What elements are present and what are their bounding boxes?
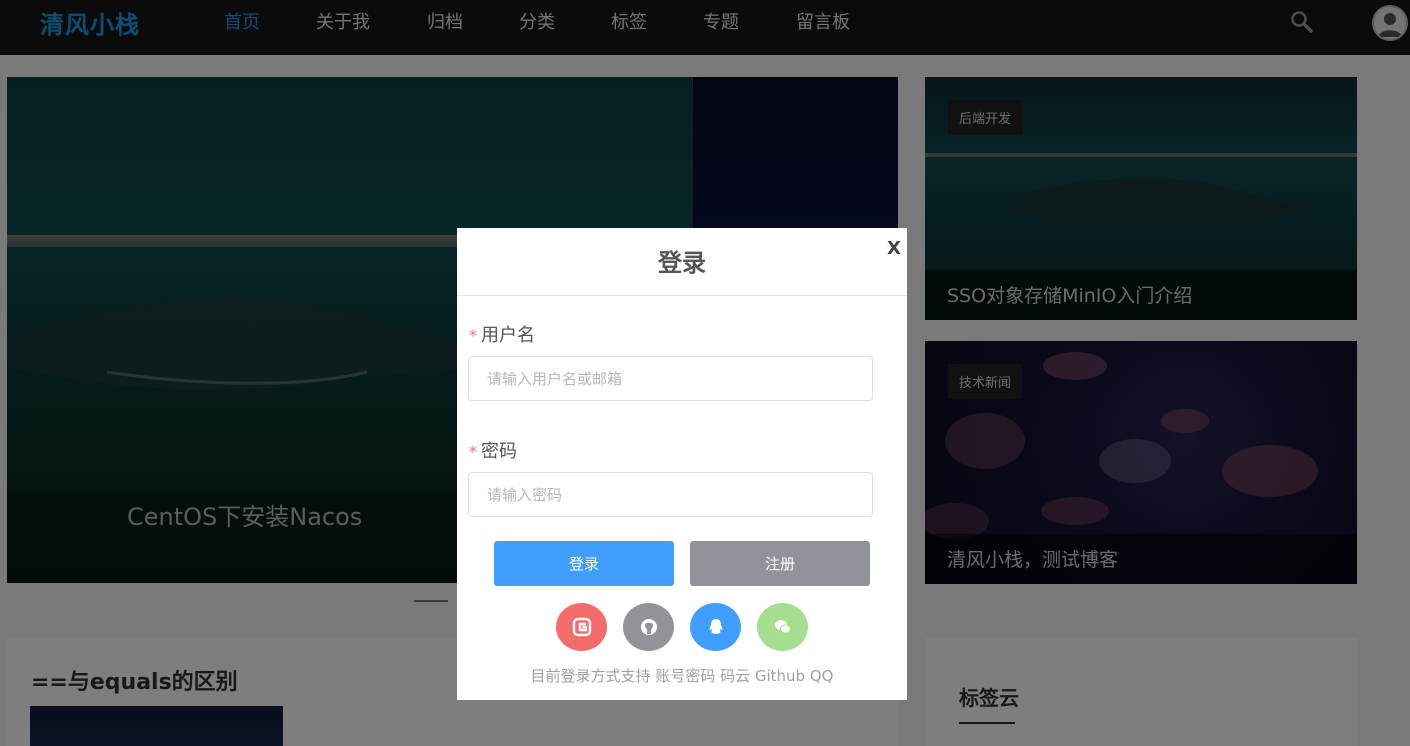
username-label: * 用户名 — [469, 321, 535, 347]
password-label: * 密码 — [469, 437, 517, 463]
username-input[interactable] — [468, 356, 873, 401]
qq-icon[interactable] — [690, 603, 741, 651]
gitee-icon[interactable] — [556, 603, 607, 651]
login-dialog: 登录 X *用户名 *密码 登录 注册 目前登录方式支持 账号密码 码云 Git… — [457, 228, 907, 700]
github-icon[interactable] — [623, 603, 674, 651]
required-mark: * — [469, 326, 477, 345]
login-button[interactable]: 登录 — [494, 541, 674, 586]
gitee-glyph — [572, 617, 591, 637]
password-label-text: 密码 — [481, 441, 517, 462]
wechat-icon[interactable] — [757, 603, 808, 651]
dialog-divider — [457, 295, 907, 296]
github-glyph — [640, 619, 657, 635]
register-button[interactable]: 注册 — [690, 541, 870, 586]
qq-glyph — [709, 619, 722, 634]
close-icon[interactable]: X — [887, 238, 901, 259]
password-input[interactable] — [468, 472, 873, 517]
dialog-title: 登录 — [658, 249, 706, 277]
username-label-text: 用户名 — [481, 325, 535, 346]
wechat-glyph — [774, 620, 791, 634]
required-mark: * — [469, 442, 477, 461]
login-methods-hint: 目前登录方式支持 账号密码 码云 Github QQ — [530, 667, 834, 685]
